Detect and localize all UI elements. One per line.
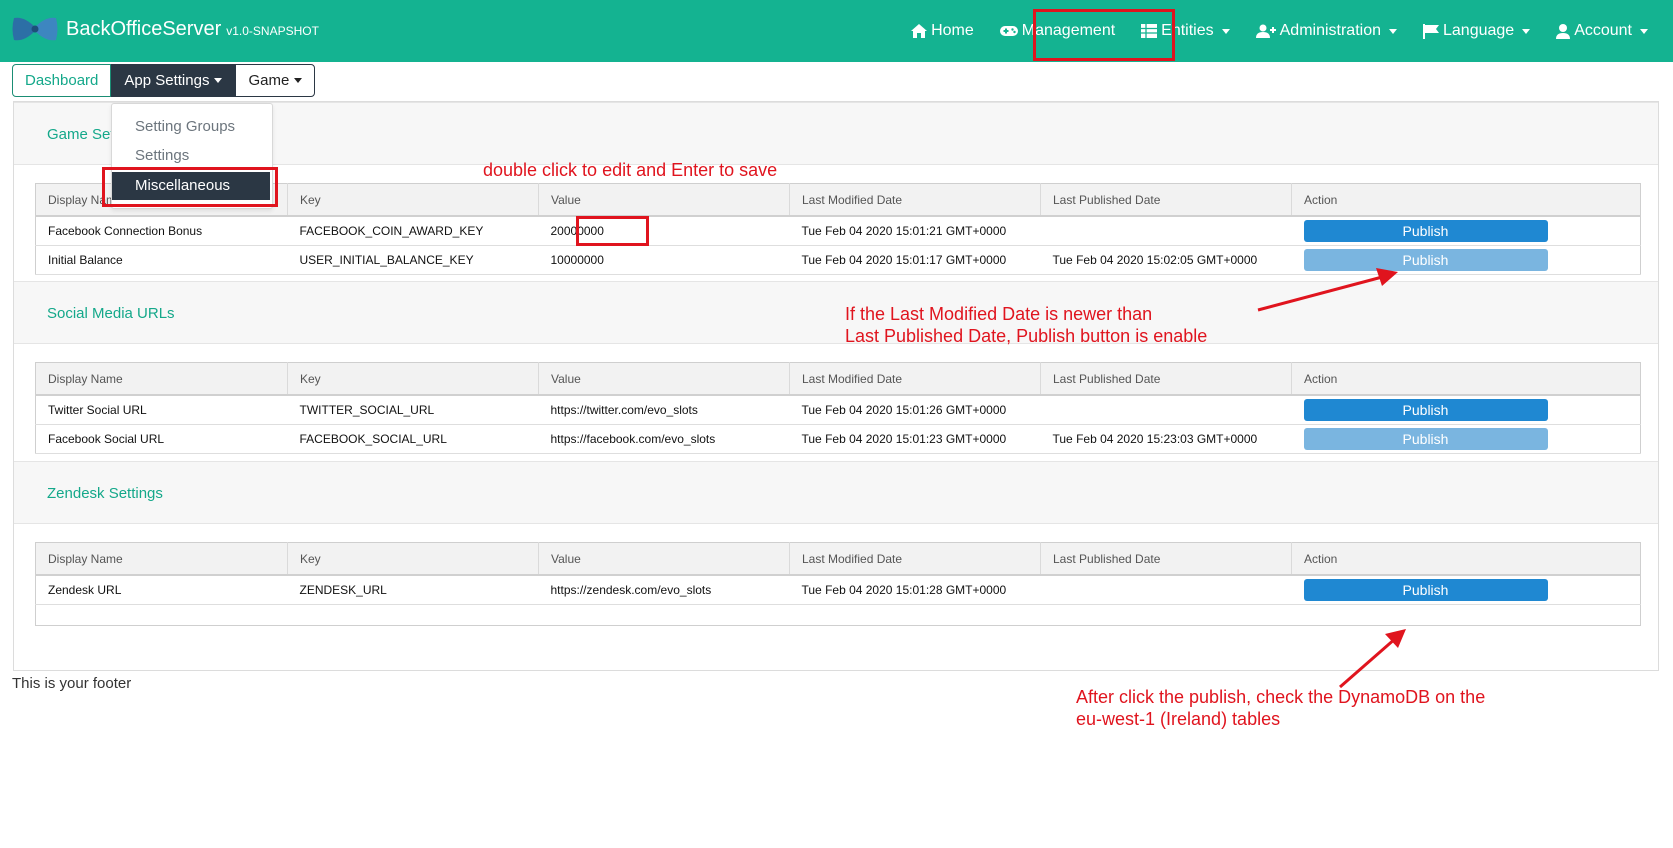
page-footer: This is your footer — [12, 675, 132, 692]
arrow-to-disabled-publish — [1257, 268, 1398, 312]
annotation-arrows — [1257, 268, 1406, 689]
arrow-to-zendesk-publish — [1339, 629, 1406, 689]
